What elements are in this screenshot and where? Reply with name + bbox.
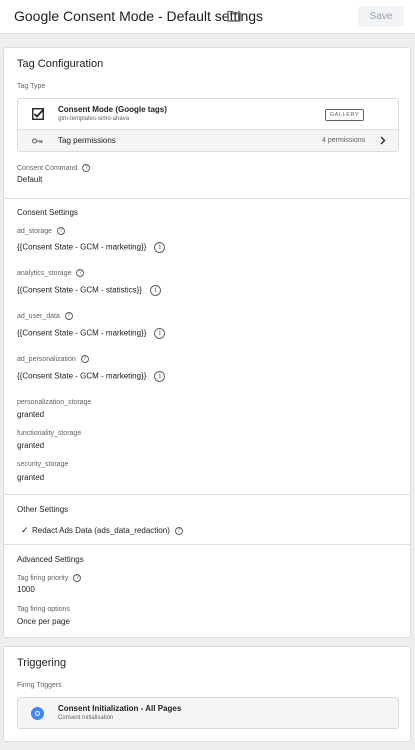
tag-type-box[interactable]: Consent Mode (Google tags) gtm-templates… <box>17 98 399 152</box>
help-icon[interactable]: ? <box>73 574 82 582</box>
other-settings-title: Other Settings <box>17 505 69 514</box>
triggering-heading: Triggering <box>17 657 67 669</box>
trigger-item[interactable]: Consent Initialization - All Pages Conse… <box>17 697 399 729</box>
help-icon[interactable]: ? <box>80 355 89 363</box>
redact-ads-data-checkbox[interactable]: ✓ Redact Ads Data (ads_data_redaction)? <box>21 525 183 536</box>
tag-permissions-count: 4 permissions <box>322 137 366 144</box>
ad-user-data-value[interactable]: {{Consent State - GCM - marketing}} i <box>17 328 166 339</box>
ad-personalization-value[interactable]: {{Consent State - GCM - marketing}} i <box>17 371 166 382</box>
key-icon <box>32 138 43 144</box>
checkbox-checked-icon <box>32 108 44 120</box>
divider <box>4 198 410 199</box>
help-icon[interactable]: ? <box>174 526 183 535</box>
firing-options-value: Once per page <box>17 617 70 626</box>
tag-type-row[interactable]: Consent Mode (Google tags) gtm-templates… <box>18 99 398 129</box>
triggering-card[interactable]: Triggering Firing Triggers Consent Initi… <box>3 646 411 742</box>
tag-permissions-label: Tag permissions <box>58 136 116 145</box>
info-icon[interactable]: i <box>154 371 166 382</box>
divider <box>4 494 410 495</box>
chevron-right-icon[interactable] <box>380 136 386 145</box>
consent-command-value: Default <box>17 175 43 184</box>
consent-command-label: Consent Command? <box>17 164 91 172</box>
personalization-storage-value: granted <box>17 410 45 419</box>
tag-type-name: Consent Mode (Google tags) <box>58 105 167 114</box>
checkmark-icon: ✓ <box>21 525 29 535</box>
firing-triggers-label: Firing Triggers <box>17 682 62 689</box>
help-icon[interactable]: ? <box>64 312 73 320</box>
analytics-storage-value[interactable]: {{Consent State - GCM - statistics}} i <box>17 285 161 296</box>
help-icon[interactable]: ? <box>57 227 66 235</box>
info-icon[interactable]: i <box>154 328 166 339</box>
initialization-trigger-icon <box>31 707 44 720</box>
tag-permissions-row[interactable]: Tag permissions 4 permissions <box>18 129 398 151</box>
trigger-type: Consent Initialisation <box>58 715 114 721</box>
help-icon[interactable]: ? <box>82 164 91 172</box>
tag-title[interactable]: Google Consent Mode - Default settings <box>14 8 263 24</box>
tag-configuration-heading: Tag Configuration <box>17 58 104 70</box>
tag-type-label: Tag Type <box>17 83 46 90</box>
save-button[interactable]: Save <box>358 6 404 27</box>
gallery-button[interactable]: GALLERY <box>325 109 364 121</box>
security-storage-label: security_storage <box>17 461 69 468</box>
functionality-storage-label: functionality_storage <box>17 430 82 437</box>
folder-icon[interactable] <box>227 10 241 22</box>
top-bar: Google Consent Mode - Default settings S… <box>0 0 415 34</box>
trigger-name: Consent Initialization - All Pages <box>58 704 182 713</box>
firing-priority-value: 1000 <box>17 585 35 594</box>
advanced-settings-title: Advanced Settings <box>17 555 84 564</box>
tag-type-source: gtm-templates-simo-ahava <box>58 116 130 122</box>
divider <box>4 544 410 545</box>
ad-storage-value[interactable]: {{Consent State - GCM - marketing}} i <box>17 242 166 253</box>
consent-settings-title: Consent Settings <box>17 208 78 217</box>
firing-options-label: Tag firing options <box>17 606 70 613</box>
tag-configuration-card[interactable]: Tag Configuration Tag Type Consent Mode … <box>3 47 411 638</box>
info-icon[interactable]: i <box>154 242 166 253</box>
functionality-storage-value: granted <box>17 441 45 450</box>
info-icon[interactable]: i <box>149 285 161 296</box>
firing-priority-label: Tag firing priority? <box>17 574 82 582</box>
personalization-storage-label: personalization_storage <box>17 399 92 406</box>
help-icon[interactable]: ? <box>76 269 85 277</box>
ad-storage-label: ad_storage? <box>17 227 66 235</box>
ad-user-data-label: ad_user_data? <box>17 312 73 320</box>
ad-personalization-label: ad_personalization? <box>17 355 89 363</box>
analytics-storage-label: analytics_storage? <box>17 269 85 277</box>
security-storage-value: granted <box>17 473 45 482</box>
